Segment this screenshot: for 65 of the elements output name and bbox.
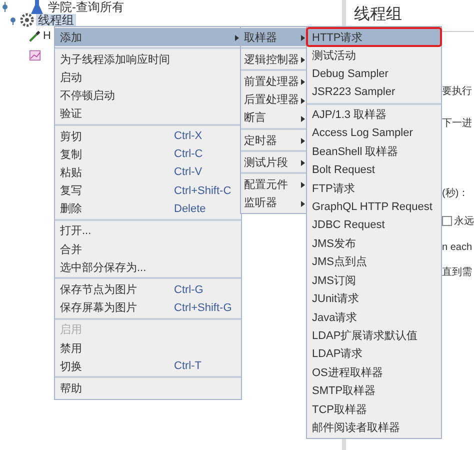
menu-item[interactable]: 不停顿启动 — [55, 86, 241, 105]
menu-item[interactable]: 帮助 — [55, 379, 241, 398]
form-label: (秒)： — [442, 186, 469, 200]
menu-item[interactable]: LDAP请求 — [307, 344, 441, 364]
menu-item[interactable]: SMTP取样器 — [307, 381, 441, 400]
menu-item[interactable]: Debug Sampler — [307, 64, 441, 84]
menu-item[interactable]: TCP取样器 — [307, 400, 441, 418]
gear-icon — [20, 13, 34, 27]
checkbox[interactable] — [442, 216, 452, 226]
menu-item[interactable]: 验证 — [55, 104, 241, 123]
chart-icon — [29, 48, 41, 60]
menu-item[interactable]: 保存节点为图片 Ctrl-G — [55, 280, 241, 299]
menu-item[interactable]: 剪切 Ctrl-X — [55, 126, 241, 146]
menu-item[interactable]: JSR223 Sampler — [307, 83, 441, 102]
pipette-icon — [29, 30, 41, 42]
menu-item[interactable]: 启动 — [55, 68, 241, 87]
menu-item[interactable]: 复制 Ctrl-C — [55, 145, 241, 164]
menu-item[interactable]: OS进程取样器 — [307, 363, 441, 382]
menu-item[interactable]: 选中部分保存为... — [55, 258, 241, 276]
menu-item[interactable]: JMS订阅 — [307, 271, 441, 290]
menu-item[interactable]: LDAP扩展请求默认值 — [307, 326, 441, 345]
menu-item[interactable]: 禁用 — [55, 339, 241, 358]
menu-item[interactable]: 后置处理器 — [241, 90, 307, 109]
tree-item[interactable]: H — [43, 30, 51, 42]
form-label: 下一进 — [442, 116, 472, 130]
menu-item[interactable]: JDBC Request — [307, 216, 441, 234]
expander-icon[interactable] — [0, 2, 10, 12]
menu-item[interactable]: AJP/1.3 取样器 — [307, 106, 441, 124]
menu-item[interactable]: JMS点到点 — [307, 252, 441, 272]
menu-item[interactable]: 测试活动 — [307, 46, 441, 65]
menu-item[interactable]: Access Log Sampler — [307, 124, 441, 142]
menu-item[interactable]: 测试片段 — [241, 153, 307, 172]
menu-item[interactable]: Bolt Request — [307, 160, 441, 180]
menu-item[interactable]: Java请求 — [307, 308, 441, 326]
menu-item[interactable]: HTTP请求 — [307, 28, 441, 46]
menu-item[interactable]: 邮件阅读者取样器 — [307, 418, 441, 437]
menu-item[interactable]: 合并 — [55, 240, 241, 258]
menu-item[interactable]: 删除 Delete — [55, 200, 241, 218]
menu-item[interactable]: 逻辑控制器 — [241, 50, 307, 68]
menu-item[interactable]: 复写 Ctrl+Shift-C — [55, 182, 241, 200]
menu-item[interactable]: JUnit请求 — [307, 289, 441, 308]
menu-item[interactable]: JMS发布 — [307, 234, 441, 253]
menu-item[interactable]: 定时器 — [241, 130, 307, 150]
menu-item[interactable]: BeanShell 取样器 — [307, 142, 441, 161]
flask-icon — [30, 0, 44, 15]
menu-item[interactable]: 保存屏幕为图片 Ctrl+Shift-G — [55, 298, 241, 317]
menu-item[interactable]: 打开... — [55, 222, 241, 240]
form-label: n each — [442, 242, 472, 253]
menu-item[interactable]: 添加 — [55, 28, 241, 46]
form-label: 直到需 — [442, 266, 472, 279]
menu-item[interactable]: 切换 Ctrl-T — [55, 357, 241, 376]
menu-item[interactable]: GraphQL HTTP Request — [307, 198, 441, 216]
tree-item[interactable]: 线程组 — [36, 14, 76, 26]
expander-icon[interactable] — [8, 15, 18, 25]
form-label: 要执行 — [442, 84, 472, 98]
menu-item[interactable]: 配置元件 — [241, 175, 307, 194]
menu-item[interactable]: FTP请求 — [307, 179, 441, 198]
menu-item[interactable]: 取样器 — [241, 28, 307, 46]
menu-item[interactable]: 前置处理器 — [241, 72, 307, 91]
menu-item[interactable]: 粘贴 Ctrl-V — [55, 163, 241, 182]
form-label: 永远 — [454, 214, 474, 228]
menu-item[interactable]: 监听器 — [241, 194, 307, 212]
menu-item[interactable]: 为子线程添加响应时间 — [55, 50, 241, 68]
tree-item[interactable]: 学院-查询所有 — [46, 1, 126, 13]
menu-item[interactable]: 断言 — [241, 108, 307, 127]
